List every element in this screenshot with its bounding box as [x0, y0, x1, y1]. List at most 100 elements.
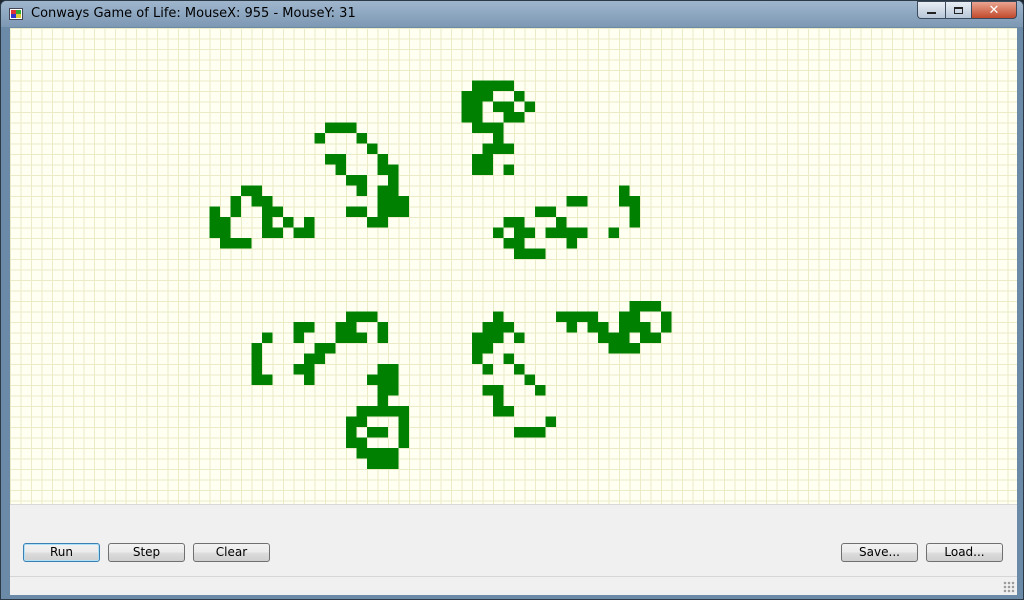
live-cell[interactable] [272, 206, 284, 218]
live-cell[interactable] [388, 364, 399, 375]
live-cell[interactable] [209, 217, 221, 228]
live-cell[interactable] [367, 143, 378, 155]
live-cell[interactable] [346, 206, 357, 218]
live-cell[interactable] [598, 322, 609, 333]
live-cell[interactable] [388, 448, 399, 459]
live-cell[interactable] [587, 322, 599, 333]
live-cell[interactable] [356, 206, 368, 218]
live-cell[interactable] [493, 101, 504, 113]
live-cell[interactable] [367, 374, 378, 386]
life-grid[interactable] [10, 28, 1017, 504]
live-cell[interactable] [503, 164, 515, 176]
live-cell[interactable] [493, 322, 504, 333]
live-cell[interactable] [388, 458, 399, 470]
live-cell[interactable] [262, 206, 273, 218]
live-cell[interactable] [629, 206, 641, 218]
live-cell[interactable] [325, 343, 336, 354]
live-cell[interactable] [577, 227, 588, 239]
live-cell[interactable] [482, 91, 494, 102]
live-cell[interactable] [377, 427, 389, 438]
live-cell[interactable] [251, 196, 263, 207]
live-cell[interactable] [640, 322, 651, 333]
live-cell[interactable] [283, 217, 294, 228]
live-cell[interactable] [346, 311, 357, 323]
live-cell[interactable] [262, 196, 273, 207]
live-cell[interactable] [629, 217, 641, 228]
live-cell[interactable] [482, 143, 494, 155]
live-cell[interactable] [482, 80, 494, 92]
live-cell[interactable] [482, 385, 494, 396]
live-cell[interactable] [377, 406, 389, 417]
live-cell[interactable] [377, 185, 389, 197]
live-cell[interactable] [503, 101, 515, 113]
live-cell[interactable] [566, 196, 578, 207]
live-cell[interactable] [629, 322, 641, 333]
live-cell[interactable] [377, 196, 389, 207]
live-cell[interactable] [493, 311, 504, 323]
live-cell[interactable] [556, 217, 567, 228]
live-cell[interactable] [220, 217, 231, 228]
live-cell[interactable] [472, 343, 483, 354]
live-cell[interactable] [356, 133, 368, 144]
live-cell[interactable] [524, 248, 536, 260]
live-cell[interactable] [514, 427, 525, 438]
live-cell[interactable] [493, 80, 504, 92]
live-cell[interactable] [220, 227, 231, 239]
live-cell[interactable] [367, 406, 378, 417]
live-cell[interactable] [482, 154, 494, 165]
run-button[interactable]: Run [23, 543, 100, 562]
live-cell[interactable] [650, 301, 662, 312]
live-cell[interactable] [514, 248, 525, 260]
maximize-button[interactable] [945, 1, 971, 19]
live-cell[interactable] [493, 227, 504, 239]
live-cell[interactable] [461, 91, 473, 102]
live-cell[interactable] [524, 374, 536, 386]
live-cell[interactable] [367, 217, 378, 228]
live-cell[interactable] [398, 437, 410, 449]
live-cell[interactable] [377, 448, 389, 459]
live-cell[interactable] [619, 322, 630, 333]
live-cell[interactable] [472, 91, 483, 102]
live-cell[interactable] [325, 122, 336, 134]
live-cell[interactable] [251, 364, 263, 375]
live-cell[interactable] [619, 343, 630, 354]
live-cell[interactable] [503, 353, 515, 365]
live-cell[interactable] [377, 217, 389, 228]
live-cell[interactable] [346, 437, 357, 449]
live-cell[interactable] [493, 406, 504, 417]
live-cell[interactable] [482, 122, 494, 134]
live-cell[interactable] [503, 80, 515, 92]
resize-grip-icon[interactable] [1003, 581, 1015, 593]
live-cell[interactable] [514, 238, 525, 249]
live-cell[interactable] [356, 311, 368, 323]
live-cell[interactable] [346, 322, 357, 333]
save-button[interactable]: Save... [841, 543, 918, 562]
live-cell[interactable] [545, 206, 557, 218]
live-cell[interactable] [503, 406, 515, 417]
live-cell[interactable] [367, 427, 378, 438]
live-cell[interactable] [566, 311, 578, 323]
live-cell[interactable] [272, 227, 284, 239]
live-cell[interactable] [388, 196, 399, 207]
live-cell[interactable] [503, 238, 515, 249]
live-cell[interactable] [661, 322, 672, 333]
live-cell[interactable] [629, 196, 641, 207]
live-cell[interactable] [335, 332, 347, 344]
live-cell[interactable] [640, 332, 651, 344]
live-cell[interactable] [619, 311, 630, 323]
live-cell[interactable] [377, 458, 389, 470]
live-cell[interactable] [262, 217, 273, 228]
live-cell[interactable] [472, 353, 483, 365]
live-cell[interactable] [209, 227, 221, 239]
live-cell[interactable] [367, 311, 378, 323]
close-button[interactable]: ✕ [971, 1, 1017, 19]
live-cell[interactable] [629, 301, 641, 312]
live-cell[interactable] [608, 343, 620, 354]
live-cell[interactable] [482, 322, 494, 333]
live-cell[interactable] [356, 185, 368, 197]
live-cell[interactable] [241, 238, 252, 249]
live-cell[interactable] [325, 154, 336, 165]
live-cell[interactable] [346, 427, 357, 438]
live-cell[interactable] [650, 332, 662, 344]
minimize-button[interactable] [917, 1, 945, 19]
